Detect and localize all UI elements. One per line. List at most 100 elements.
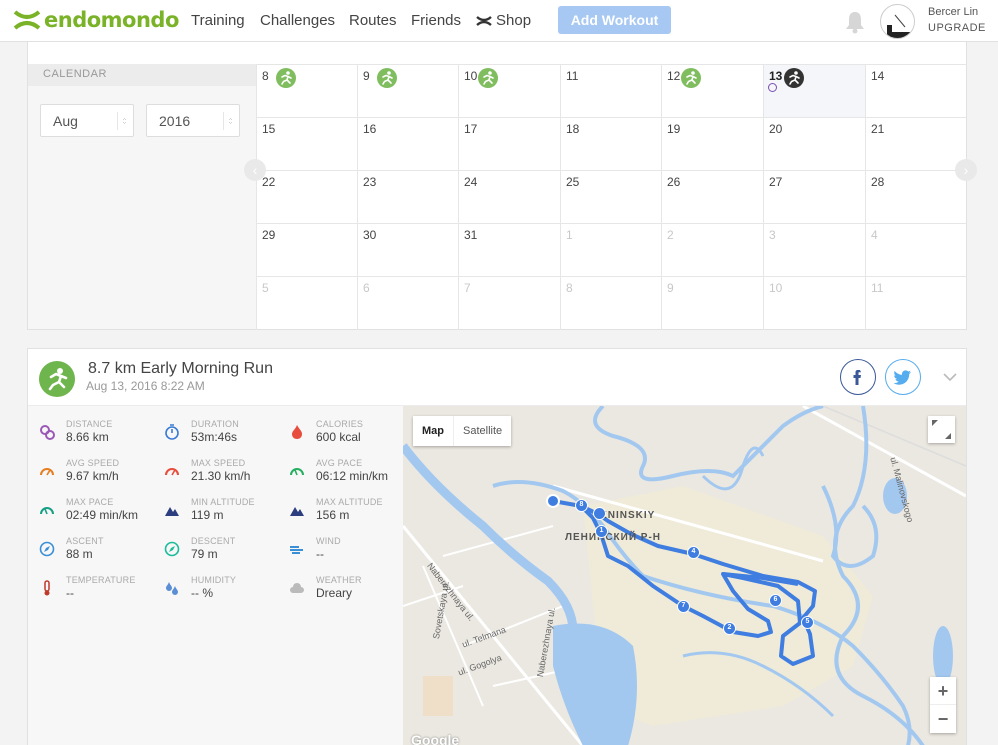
zoom-in-button[interactable]: + bbox=[930, 677, 956, 705]
stat-value: 9.67 km/h bbox=[66, 469, 119, 483]
map-type-control: Map Satellite bbox=[413, 416, 512, 446]
route-marker[interactable]: 5 bbox=[801, 616, 814, 629]
calendar-day-cell[interactable]: 8 bbox=[560, 277, 661, 330]
route-marker[interactable]: 1 bbox=[595, 525, 608, 538]
avatar[interactable] bbox=[880, 4, 915, 39]
calendar-day-cell[interactable]: 4 bbox=[865, 224, 967, 277]
nav-shop-label: Shop bbox=[496, 12, 532, 29]
user-name[interactable]: Bercer Lin bbox=[928, 6, 978, 18]
zoom-out-button[interactable]: − bbox=[930, 705, 956, 733]
compass-icon bbox=[164, 541, 180, 557]
nav-friends[interactable]: Friends bbox=[411, 12, 461, 29]
nav-training[interactable]: Training bbox=[191, 12, 245, 29]
map-type-satellite[interactable]: Satellite bbox=[454, 416, 511, 446]
calendar-label: CALENDAR bbox=[43, 68, 107, 80]
upgrade-link[interactable]: UPGRADE bbox=[928, 22, 986, 34]
facebook-icon bbox=[853, 370, 861, 385]
workout-title: 8.7 km Early Morning Run bbox=[88, 360, 273, 377]
stat-value: 156 m bbox=[316, 508, 350, 522]
calendar-day-cell[interactable]: 29 bbox=[256, 224, 357, 277]
route-start-pin[interactable] bbox=[546, 494, 560, 508]
route-marker[interactable]: 7 bbox=[677, 600, 690, 613]
calendar-day-cell[interactable]: 25 bbox=[560, 171, 661, 224]
mountain-icon bbox=[164, 502, 180, 518]
calendar-day-cell[interactable]: 16 bbox=[357, 118, 458, 171]
calendar-day-cell[interactable]: 27 bbox=[763, 171, 865, 224]
calendar-day-cell[interactable]: 20 bbox=[763, 118, 865, 171]
nav-shop[interactable]: Shop bbox=[476, 12, 531, 29]
calendar-day-cell[interactable]: 10 bbox=[458, 65, 560, 118]
stat-calories: CALORIES 600 kcal bbox=[278, 408, 403, 447]
bell-icon[interactable] bbox=[844, 10, 866, 34]
calendar-day-cell[interactable]: 11 bbox=[865, 277, 967, 330]
month-select[interactable]: Aug bbox=[40, 104, 134, 137]
calendar-day-cell[interactable]: 26 bbox=[661, 171, 763, 224]
calendar-day-cell[interactable]: 23 bbox=[357, 171, 458, 224]
select-arrows-icon bbox=[117, 112, 127, 130]
year-select[interactable]: 2016 bbox=[146, 104, 240, 137]
workout-run-icon[interactable] bbox=[784, 68, 804, 88]
calendar-day-cell[interactable]: 2 bbox=[661, 224, 763, 277]
calendar-week-row: 5 6 7 8 9 10 11 bbox=[256, 276, 967, 330]
stat-label: ASCENT bbox=[66, 536, 104, 546]
workout-run-icon[interactable] bbox=[681, 68, 701, 88]
stat-label: MIN ALTITUDE bbox=[191, 497, 255, 507]
calendar-day-cell[interactable]: 6 bbox=[357, 277, 458, 330]
route-finish-pin[interactable] bbox=[593, 507, 606, 520]
next-month-arrow[interactable]: › bbox=[955, 159, 977, 181]
prev-month-arrow[interactable]: ‹ bbox=[244, 159, 266, 181]
workout-run-icon[interactable] bbox=[276, 68, 296, 88]
twitter-share-button[interactable] bbox=[885, 359, 921, 395]
calendar-day-cell[interactable]: 28 bbox=[865, 171, 967, 224]
route-marker[interactable]: 4 bbox=[687, 546, 700, 559]
calendar-day-cell[interactable]: 10 bbox=[763, 277, 865, 330]
calendar-day-cell[interactable]: 12 bbox=[661, 65, 763, 118]
calendar-day-cell[interactable]: 19 bbox=[661, 118, 763, 171]
calendar-day-cell[interactable]: 17 bbox=[458, 118, 560, 171]
calendar-day-number: 10 bbox=[464, 69, 478, 83]
endomondo-logo[interactable]: endomondo bbox=[12, 8, 179, 32]
fullscreen-button[interactable] bbox=[928, 416, 955, 443]
add-workout-button[interactable]: Add Workout bbox=[558, 6, 671, 34]
calendar-day-cell[interactable]: 13 bbox=[763, 65, 865, 118]
workout-run-icon[interactable] bbox=[377, 68, 397, 88]
route-marker[interactable]: 2 bbox=[723, 622, 736, 635]
calendar-day-number: 1 bbox=[566, 228, 573, 242]
calendar-day-cell[interactable]: 9 bbox=[357, 65, 458, 118]
calendar-day-cell[interactable]: 1 bbox=[560, 224, 661, 277]
calendar-day-cell[interactable]: 8 bbox=[256, 65, 357, 118]
calendar-day-cell[interactable]: 7 bbox=[458, 277, 560, 330]
route-marker[interactable]: 6 bbox=[769, 594, 782, 607]
facebook-share-button[interactable] bbox=[840, 359, 876, 395]
route-marker[interactable]: 8 bbox=[575, 499, 588, 512]
zoom-control: + − bbox=[930, 677, 956, 733]
workout-run-icon[interactable] bbox=[478, 68, 498, 88]
compass-icon bbox=[39, 541, 55, 557]
stat-value: 600 kcal bbox=[316, 430, 361, 444]
calendar-day-cell[interactable]: 14 bbox=[865, 65, 967, 118]
calendar-day-cell[interactable]: 21 bbox=[865, 118, 967, 171]
nav-challenges[interactable]: Challenges bbox=[260, 12, 335, 29]
calendar-day-cell[interactable]: 9 bbox=[661, 277, 763, 330]
calendar-day-cell[interactable]: 11 bbox=[560, 65, 661, 118]
calendar-day-cell[interactable]: 31 bbox=[458, 224, 560, 277]
calendar-day-cell[interactable]: 15 bbox=[256, 118, 357, 171]
calendar-week-row: 29 30 31 1 2 3 4 bbox=[256, 223, 967, 277]
calendar-day-cell[interactable]: 30 bbox=[357, 224, 458, 277]
calendar-day-cell[interactable]: 24 bbox=[458, 171, 560, 224]
brand-name: endomondo bbox=[44, 8, 179, 32]
calendar-day-number: 29 bbox=[262, 228, 276, 242]
calendar-day-cell[interactable]: 18 bbox=[560, 118, 661, 171]
calendar-day-cell[interactable]: 5 bbox=[256, 277, 357, 330]
stat-label: TEMPERATURE bbox=[66, 575, 136, 585]
stat-wind: WIND -- bbox=[278, 525, 403, 564]
route-map[interactable]: LENINSKIY ЛЕНИНСКИЙ Р-Н Naberezhnaya ul.… bbox=[403, 406, 966, 745]
calendar-day-number: 9 bbox=[363, 69, 370, 83]
calendar-day-cell[interactable]: 3 bbox=[763, 224, 865, 277]
stat-temperature: TEMPERATURE -- bbox=[28, 564, 153, 603]
map-type-map[interactable]: Map bbox=[413, 416, 454, 446]
nav-routes[interactable]: Routes bbox=[349, 12, 397, 29]
chevron-down-icon[interactable] bbox=[942, 369, 958, 385]
calendar-day-cell[interactable]: 22 bbox=[256, 171, 357, 224]
mountain-icon bbox=[289, 502, 305, 518]
